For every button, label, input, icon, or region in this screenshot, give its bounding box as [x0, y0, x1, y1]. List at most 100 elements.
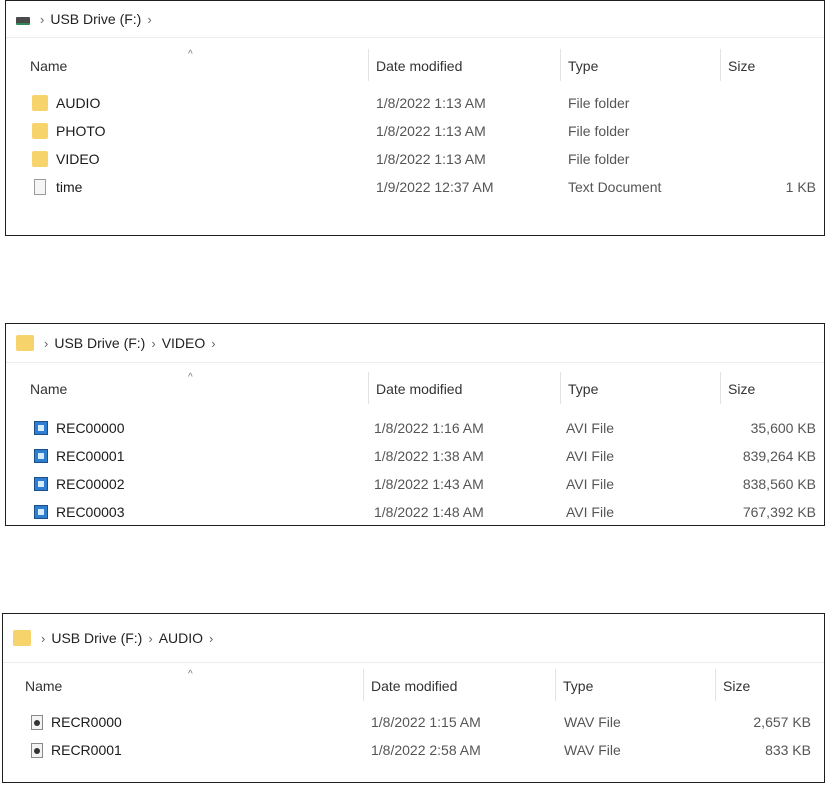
explorer-panel-audio: › USB Drive (F:) › AUDIO › ^ Name Date m…	[2, 613, 825, 783]
name-cell: PHOTO	[32, 117, 106, 145]
column-divider[interactable]	[715, 669, 716, 701]
folder-icon	[13, 630, 31, 646]
chevron-right-icon[interactable]: ›	[41, 631, 45, 646]
explorer-panel-video: › USB Drive (F:) › VIDEO › ^ Name Date m…	[5, 323, 825, 526]
size-cell: 1 KB	[785, 179, 816, 195]
column-divider[interactable]	[368, 49, 369, 81]
column-divider[interactable]	[720, 372, 721, 404]
folder-icon	[16, 335, 34, 351]
column-divider[interactable]	[720, 49, 721, 81]
column-divider[interactable]	[363, 669, 364, 701]
file-name: PHOTO	[56, 123, 106, 139]
chevron-right-icon[interactable]: ›	[151, 336, 155, 351]
file-row[interactable]: AUDIO 1/8/2022 1:13 AM File folder	[6, 89, 824, 117]
file-name: time	[56, 179, 83, 195]
file-row[interactable]: RECR0001 1/8/2022 2:58 AM WAV File 833 K…	[3, 736, 824, 764]
column-header-type[interactable]: Type	[562, 55, 718, 77]
date-cell: 1/8/2022 1:13 AM	[376, 123, 486, 139]
size-cell	[722, 89, 816, 117]
column-header-row: ^ Name Date modified Type Size	[6, 49, 824, 81]
column-header-type[interactable]: Type	[562, 378, 718, 400]
name-cell: RECR0001	[31, 736, 122, 764]
column-header-date-modified[interactable]: Date modified	[370, 378, 558, 400]
name-cell: time	[34, 173, 82, 201]
name-cell: VIDEO	[32, 145, 100, 173]
type-cell: AVI File	[566, 420, 614, 436]
size-cell: 839,264 KB	[742, 448, 816, 464]
chevron-right-icon[interactable]: ›	[211, 336, 215, 351]
file-row[interactable]: time 1/9/2022 12:37 AM Text Document 1 K…	[6, 173, 824, 201]
name-cell: REC00003	[34, 498, 125, 525]
column-divider[interactable]	[560, 372, 561, 404]
date-cell: 1/8/2022 1:15 AM	[371, 714, 481, 730]
breadcrumb: › USB Drive (F:) ›	[6, 1, 824, 38]
chevron-right-icon[interactable]: ›	[40, 12, 44, 27]
file-row[interactable]: REC00002 1/8/2022 1:43 AM AVI File 838,5…	[6, 470, 824, 498]
avi-file-icon	[34, 505, 48, 519]
column-divider[interactable]	[560, 49, 561, 81]
wav-file-icon	[31, 742, 43, 758]
type-cell: File folder	[568, 95, 630, 111]
column-header-size[interactable]: Size	[717, 675, 813, 697]
size-cell: 2,657 KB	[753, 714, 811, 730]
name-cell: REC00000	[34, 414, 125, 442]
breadcrumb: › USB Drive (F:) › VIDEO ›	[6, 324, 824, 363]
breadcrumb-item-usb-drive[interactable]: USB Drive (F:)	[51, 630, 142, 646]
type-cell: WAV File	[564, 714, 621, 730]
column-header-date-modified[interactable]: Date modified	[365, 675, 553, 697]
file-row[interactable]: PHOTO 1/8/2022 1:13 AM File folder	[6, 117, 824, 145]
chevron-right-icon[interactable]: ›	[44, 336, 48, 351]
column-divider[interactable]	[555, 669, 556, 701]
date-cell: 1/8/2022 1:13 AM	[376, 95, 486, 111]
size-cell: 838,560 KB	[742, 476, 816, 492]
explorer-panel-usb-root: › USB Drive (F:) › ^ Name Date modified …	[5, 0, 825, 236]
column-header-date-modified[interactable]: Date modified	[370, 55, 558, 77]
file-row[interactable]: VIDEO 1/8/2022 1:13 AM File folder	[6, 145, 824, 173]
breadcrumb: › USB Drive (F:) › AUDIO ›	[3, 614, 824, 663]
name-cell: AUDIO	[32, 89, 100, 117]
column-header-name[interactable]: Name	[24, 378, 364, 400]
file-row[interactable]: REC00000 1/8/2022 1:16 AM AVI File 35,60…	[6, 414, 824, 442]
column-header-type[interactable]: Type	[557, 675, 713, 697]
type-cell: File folder	[568, 123, 630, 139]
chevron-right-icon[interactable]: ›	[147, 12, 151, 27]
column-header-row: ^ Name Date modified Type Size	[3, 669, 824, 701]
folder-icon	[32, 95, 48, 111]
type-cell: File folder	[568, 151, 630, 167]
size-cell	[722, 145, 816, 173]
column-header-name[interactable]: Name	[19, 675, 359, 697]
text-document-icon	[34, 179, 46, 195]
date-cell: 1/8/2022 1:38 AM	[374, 448, 484, 464]
file-name: REC00003	[56, 504, 125, 520]
breadcrumb-item-usb-drive[interactable]: USB Drive (F:)	[50, 11, 141, 27]
wav-file-icon	[31, 714, 43, 730]
breadcrumb-item-audio[interactable]: AUDIO	[159, 630, 203, 646]
type-cell: AVI File	[566, 476, 614, 492]
date-cell: 1/8/2022 1:43 AM	[374, 476, 484, 492]
file-name: VIDEO	[56, 151, 100, 167]
breadcrumb-item-video[interactable]: VIDEO	[162, 335, 206, 351]
date-cell: 1/8/2022 1:13 AM	[376, 151, 486, 167]
chevron-right-icon[interactable]: ›	[209, 631, 213, 646]
column-header-name[interactable]: Name	[24, 55, 364, 77]
file-name: RECR0000	[51, 714, 122, 730]
file-row[interactable]: RECR0000 1/8/2022 1:15 AM WAV File 2,657…	[3, 708, 824, 736]
column-divider[interactable]	[368, 372, 369, 404]
date-cell: 1/8/2022 1:48 AM	[374, 504, 484, 520]
file-name: REC00001	[56, 448, 125, 464]
file-row[interactable]: REC00003 1/8/2022 1:48 AM AVI File 767,3…	[6, 498, 824, 525]
column-header-size[interactable]: Size	[722, 378, 818, 400]
date-cell: 1/9/2022 12:37 AM	[376, 179, 494, 195]
column-header-size[interactable]: Size	[722, 55, 818, 77]
file-row[interactable]: REC00001 1/8/2022 1:38 AM AVI File 839,2…	[6, 442, 824, 470]
column-header-row: ^ Name Date modified Type Size	[6, 372, 824, 404]
avi-file-icon	[34, 449, 48, 463]
type-cell: Text Document	[568, 179, 662, 195]
avi-file-icon	[34, 477, 48, 491]
chevron-right-icon[interactable]: ›	[148, 631, 152, 646]
name-cell: REC00002	[34, 470, 125, 498]
breadcrumb-item-usb-drive[interactable]: USB Drive (F:)	[54, 335, 145, 351]
file-name: RECR0001	[51, 742, 122, 758]
drive-icon	[16, 17, 30, 25]
size-cell: 833 KB	[765, 742, 811, 758]
